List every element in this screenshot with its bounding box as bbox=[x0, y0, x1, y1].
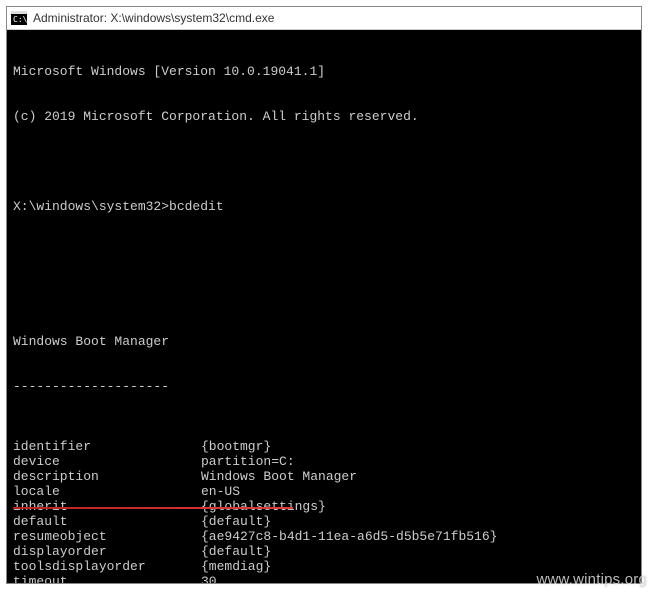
blank-line bbox=[13, 289, 635, 304]
cmd-window: C:\ Administrator: X:\windows\system32\c… bbox=[6, 6, 642, 584]
row-key: timeout bbox=[13, 574, 201, 583]
table-row: descriptionWindows Boot Manager bbox=[13, 469, 635, 484]
table-row: displayorder{default} bbox=[13, 544, 635, 559]
prompt-line: X:\windows\system32>bcdedit bbox=[13, 199, 635, 214]
row-key: resumeobject bbox=[13, 529, 201, 544]
table-row: timeout30 bbox=[13, 574, 635, 583]
header-line: Microsoft Windows [Version 10.0.19041.1] bbox=[13, 64, 635, 79]
section-title: Windows Boot Manager bbox=[13, 334, 635, 349]
table-row: localeen-US bbox=[13, 484, 635, 499]
row-value: {bootmgr} bbox=[201, 439, 271, 454]
blank-line bbox=[13, 154, 635, 169]
row-key: identifier bbox=[13, 439, 201, 454]
row-key: device bbox=[13, 454, 201, 469]
row-key: description bbox=[13, 469, 201, 484]
row-value: partition=C: bbox=[201, 454, 295, 469]
row-value: {default} bbox=[201, 514, 271, 529]
prompt: X:\windows\system32> bbox=[13, 199, 169, 214]
table-row: resumeobject{ae9427c8-b4d1-11ea-a6d5-d5b… bbox=[13, 529, 635, 544]
table-row: devicepartition=C: bbox=[13, 454, 635, 469]
row-value: 30 bbox=[201, 574, 217, 583]
row-value: {default} bbox=[201, 544, 271, 559]
row-value: en-US bbox=[201, 484, 240, 499]
terminal-area[interactable]: Microsoft Windows [Version 10.0.19041.1]… bbox=[7, 30, 641, 583]
cmd-icon: C:\ bbox=[11, 11, 27, 25]
row-key: displayorder bbox=[13, 544, 201, 559]
row-key: toolsdisplayorder bbox=[13, 559, 201, 574]
blank-line bbox=[13, 244, 635, 259]
table-row: toolsdisplayorder{memdiag} bbox=[13, 559, 635, 574]
row-value: Windows Boot Manager bbox=[201, 469, 357, 484]
svg-text:C:\: C:\ bbox=[13, 15, 27, 24]
command: bcdedit bbox=[169, 199, 224, 214]
header-line: (c) 2019 Microsoft Corporation. All righ… bbox=[13, 109, 635, 124]
titlebar[interactable]: C:\ Administrator: X:\windows\system32\c… bbox=[7, 7, 641, 30]
row-value: {ae9427c8-b4d1-11ea-a6d5-d5b5e71fb516} bbox=[201, 529, 497, 544]
window-title: Administrator: X:\windows\system32\cmd.e… bbox=[33, 11, 274, 25]
row-value: {memdiag} bbox=[201, 559, 271, 574]
row-key: locale bbox=[13, 484, 201, 499]
table-row: identifier{bootmgr} bbox=[13, 439, 635, 454]
row-key: default bbox=[13, 514, 201, 529]
section-divider: -------------------- bbox=[13, 379, 635, 394]
highlight-underline bbox=[13, 507, 293, 509]
table-row: default{default} bbox=[13, 514, 635, 529]
